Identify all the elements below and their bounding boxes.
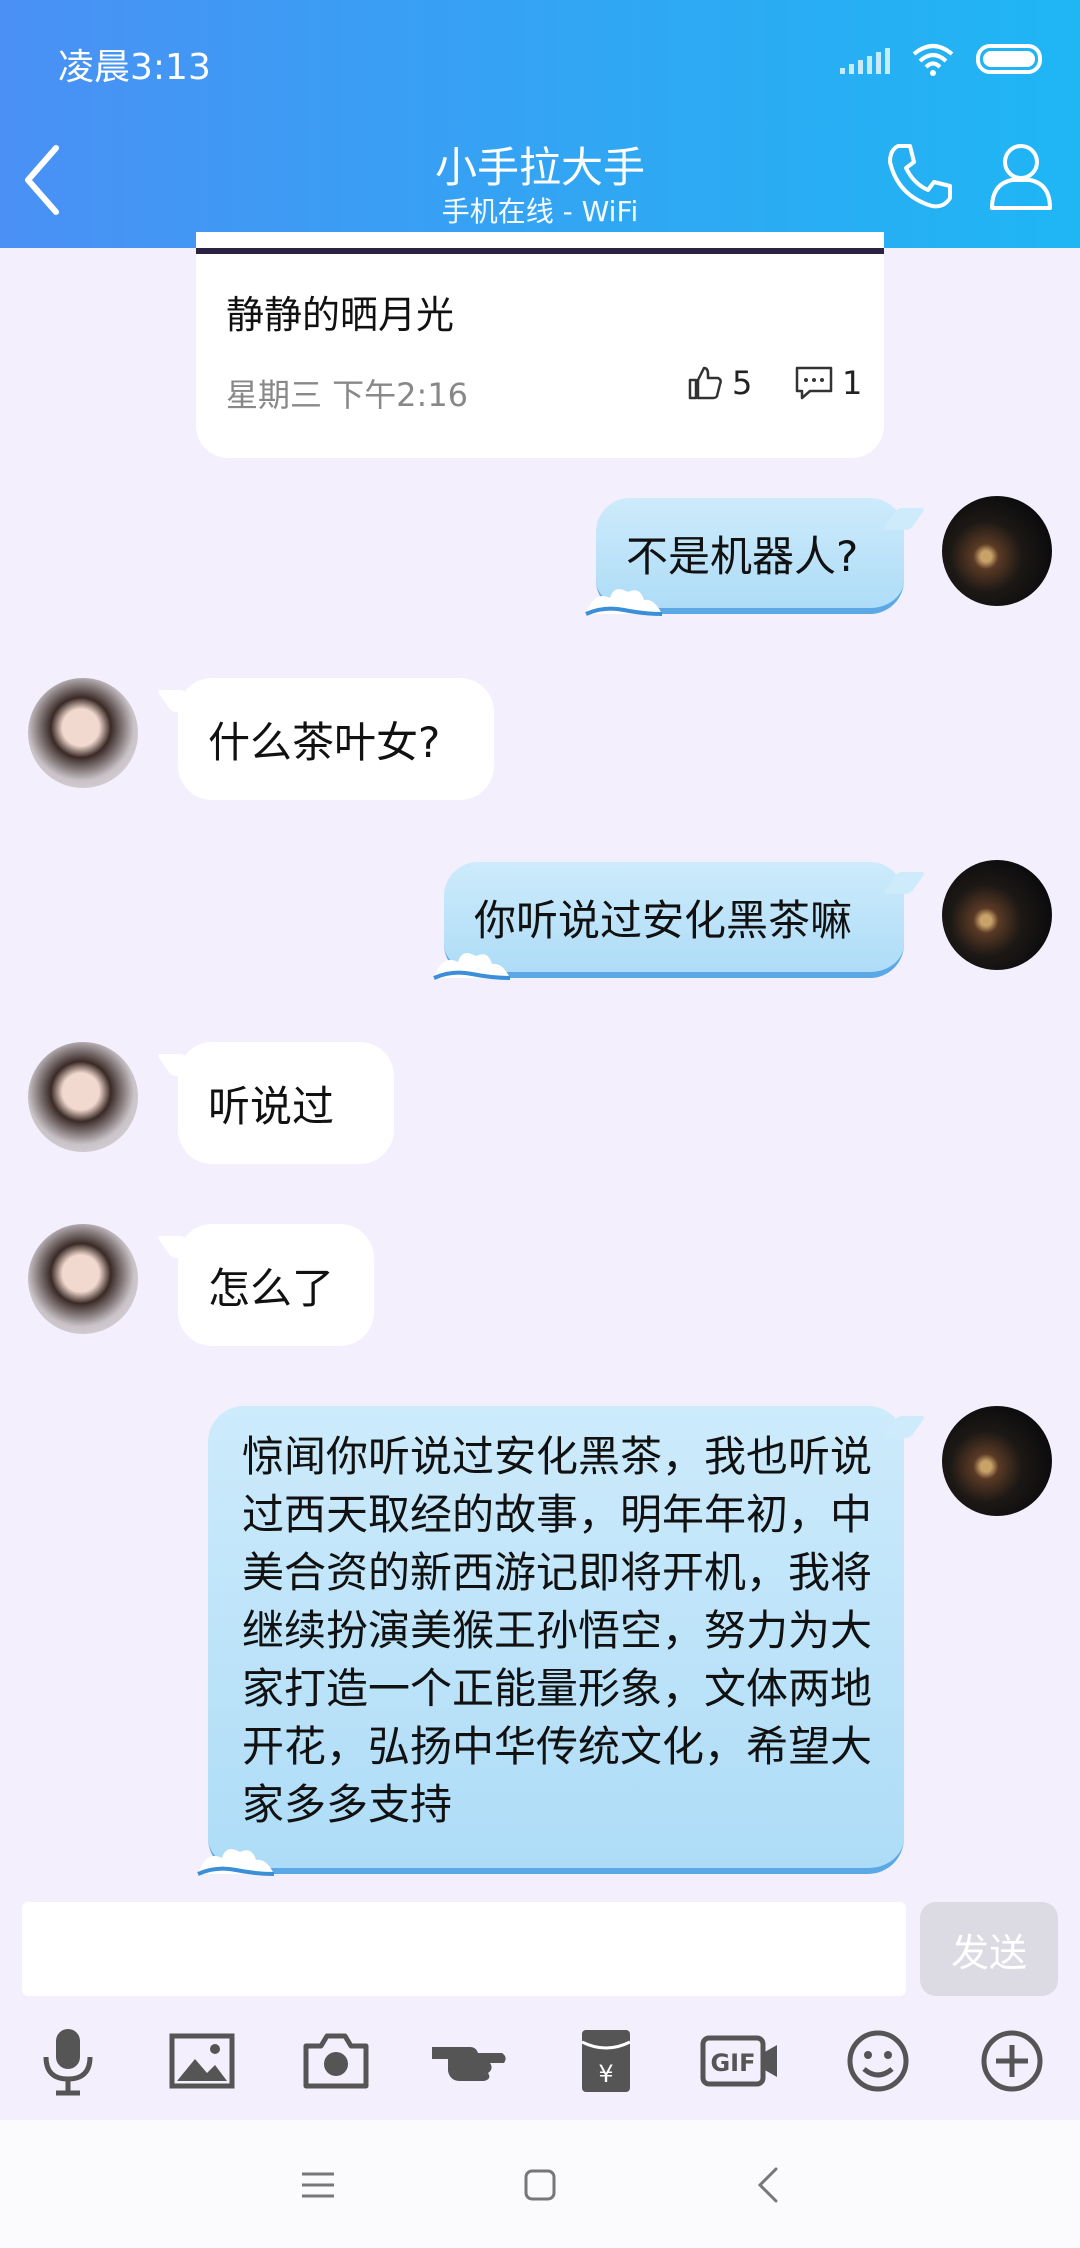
like-count: 5 (732, 364, 753, 402)
yuan-symbol: ¥ (598, 2060, 613, 2088)
wave-decoration-icon (433, 953, 511, 980)
gif-icon: GIF (700, 2035, 777, 2087)
feed-post-card[interactable]: 静静的晒月光 星期三 下午2:16 5 1 (196, 232, 884, 458)
gif-label: GIF (710, 2049, 755, 2077)
my-avatar[interactable] (942, 1406, 1052, 1516)
camera-button[interactable] (296, 2016, 376, 2106)
my-avatar[interactable] (942, 860, 1052, 970)
post-text: 静静的晒月光 (226, 293, 455, 337)
red-packet-icon: ¥ (581, 2030, 631, 2092)
signal-icon (840, 44, 890, 74)
plus-icon (981, 2030, 1043, 2092)
chevron-left-icon (757, 2167, 778, 2203)
comment-count: 1 (842, 364, 863, 402)
post-time: 星期三 下午2:16 (226, 376, 469, 414)
input-toolbar: ¥ GIF (0, 2016, 1080, 2126)
message-bubble-outgoing[interactable]: 不是机器人? (585, 498, 904, 616)
send-button[interactable]: 发送 (920, 1902, 1058, 1996)
wave-decoration-icon (197, 1849, 275, 1876)
emoji-button[interactable] (838, 2016, 918, 2106)
message-input[interactable] (22, 1902, 906, 1996)
menu-icon (302, 2172, 334, 2198)
like-button[interactable]: 5 (686, 364, 752, 402)
home-nav-button[interactable] (510, 2160, 570, 2210)
message-bubble-outgoing[interactable]: 你听说过安化黑茶嘛 (433, 862, 904, 980)
image-icon (169, 2033, 235, 2089)
friend-avatar[interactable] (28, 1042, 138, 1152)
status-icons (840, 42, 1042, 76)
poke-button[interactable] (430, 2016, 510, 2106)
poke-icon (432, 2047, 506, 2081)
friend-avatar[interactable] (28, 1224, 138, 1334)
back-nav-button[interactable] (738, 2160, 798, 2210)
message-bubble-incoming[interactable]: 怎么了 (178, 1224, 374, 1346)
comment-button[interactable]: 1 (794, 364, 862, 402)
friend-avatar[interactable] (28, 678, 138, 788)
message-text: 怎么了 (208, 1263, 335, 1313)
gif-button[interactable]: GIF (700, 2016, 780, 2106)
comment-icon (795, 366, 833, 400)
thumbs-up-icon (688, 366, 722, 400)
red-packet-button[interactable]: ¥ (566, 2016, 646, 2106)
message-bubble-incoming[interactable]: 什么茶叶女? (178, 678, 494, 800)
emoji-icon (847, 2030, 909, 2092)
phone-icon[interactable] (884, 140, 956, 212)
battery-icon (976, 44, 1042, 74)
photo-button[interactable] (162, 2016, 242, 2106)
message-text: 什么茶叶女? (208, 717, 441, 767)
chat-header: 凌晨3:13 小手拉大手 手机在线 - WiFi (0, 0, 1080, 248)
voice-button[interactable] (28, 2016, 108, 2106)
system-nav-bar (0, 2120, 1080, 2248)
message-text: 你听说过安化黑茶嘛 (474, 895, 853, 945)
post-image-edge (196, 248, 884, 254)
message-bubble-incoming[interactable]: 听说过 (178, 1042, 394, 1164)
message-text: 惊闻你听说过安化黑茶，我也听说过西天取经的故事，明年年初，中美合资的新西游记即将… (242, 1432, 873, 1829)
wifi-icon (912, 44, 954, 76)
wave-decoration-icon (585, 589, 663, 616)
status-time: 凌晨3:13 (58, 47, 211, 88)
menu-nav-button[interactable] (288, 2160, 348, 2210)
home-square-icon (524, 2169, 556, 2201)
my-avatar[interactable] (942, 496, 1052, 606)
camera-icon (303, 2033, 369, 2089)
message-bubble-outgoing[interactable]: 惊闻你听说过安化黑茶，我也听说过西天取经的故事，明年年初，中美合资的新西游记即将… (197, 1406, 904, 1876)
microphone-icon (43, 2029, 93, 2096)
profile-icon[interactable] (988, 140, 1054, 212)
more-button[interactable] (972, 2016, 1052, 2106)
message-text: 不是机器人? (626, 531, 859, 581)
message-text: 听说过 (208, 1081, 335, 1131)
